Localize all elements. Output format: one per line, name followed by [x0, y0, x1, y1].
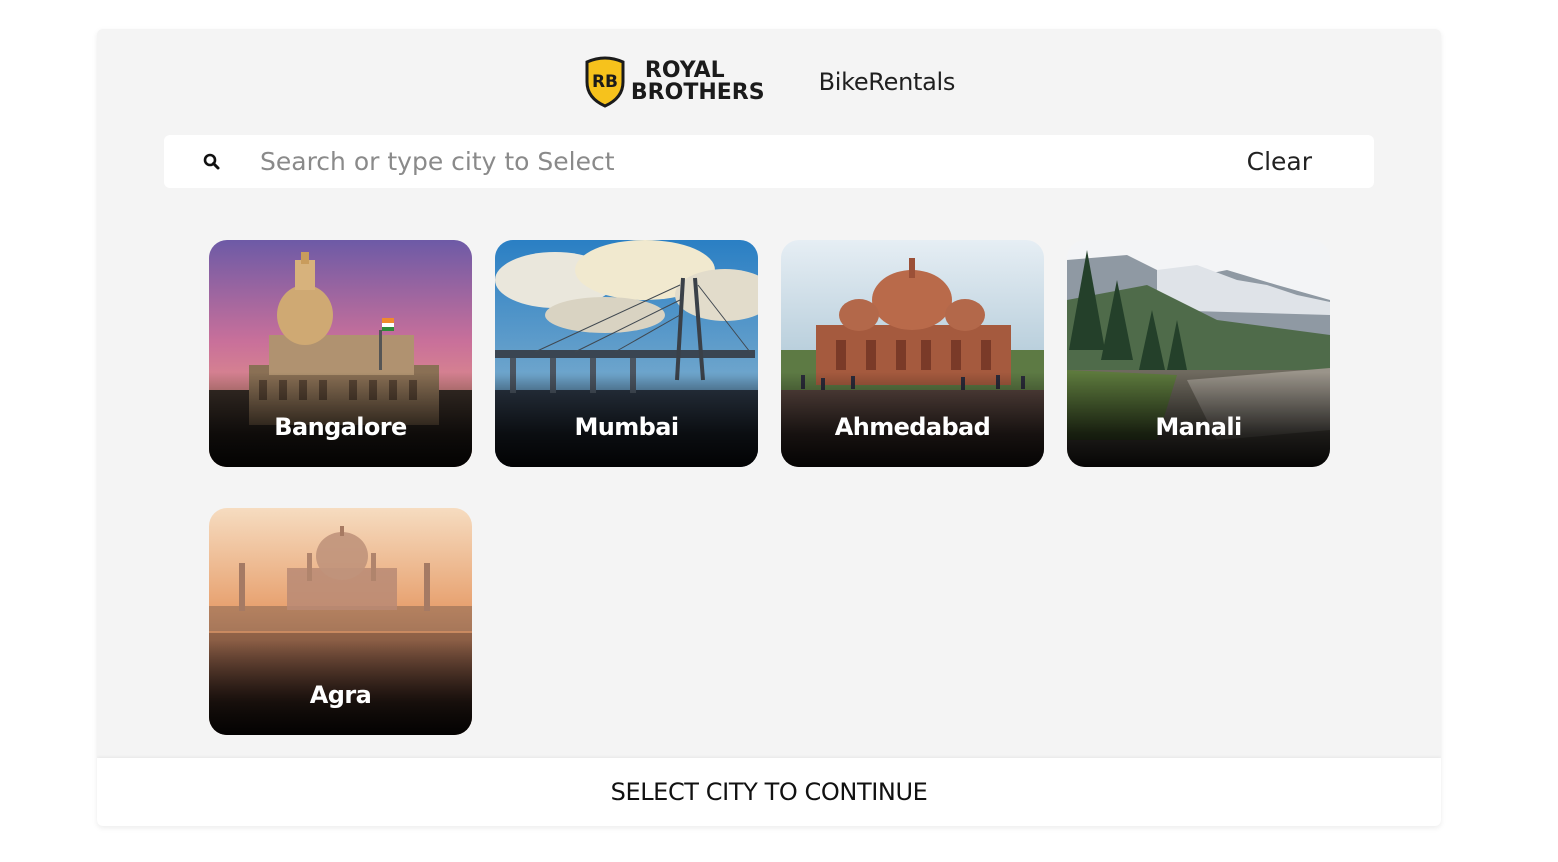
city-name: Manali — [1155, 413, 1242, 441]
svg-text:RB: RB — [592, 72, 618, 92]
royal-brothers-logo: RB ROYAL BROTHERS — [583, 56, 765, 108]
search-icon — [202, 152, 222, 172]
city-name: Ahmedabad — [834, 413, 991, 441]
select-city-continue-button[interactable]: SELECT CITY TO CONTINUE — [605, 777, 934, 807]
logo-line-1: ROYAL — [644, 58, 725, 83]
city-grid: Bangalore Mumbai Ahmedabad Manali Agra — [209, 240, 1330, 735]
city-card-manali[interactable]: Manali — [1067, 240, 1330, 467]
header: RB ROYAL BROTHERS BikeRentals — [97, 29, 1441, 135]
city-card-bangalore[interactable]: Bangalore — [209, 240, 472, 467]
city-select-modal: RB ROYAL BROTHERS BikeRentals Clear — [97, 29, 1441, 826]
clear-button[interactable]: Clear — [1247, 145, 1312, 178]
city-name: Agra — [309, 681, 372, 709]
city-name: Mumbai — [574, 413, 680, 441]
brand-title: BikeRentals — [818, 68, 956, 96]
logo-line-2: BROTHERS — [630, 80, 765, 105]
city-name: Bangalore — [274, 413, 407, 441]
city-card-mumbai[interactable]: Mumbai — [495, 240, 758, 467]
search-input[interactable] — [260, 141, 1160, 182]
rb-badge-icon: RB — [583, 56, 627, 108]
city-card-ahmedabad[interactable]: Ahmedabad — [781, 240, 1044, 467]
search-bar: Clear — [164, 135, 1374, 188]
city-card-agra[interactable]: Agra — [209, 508, 472, 735]
footer-bar: SELECT CITY TO CONTINUE — [97, 758, 1441, 826]
